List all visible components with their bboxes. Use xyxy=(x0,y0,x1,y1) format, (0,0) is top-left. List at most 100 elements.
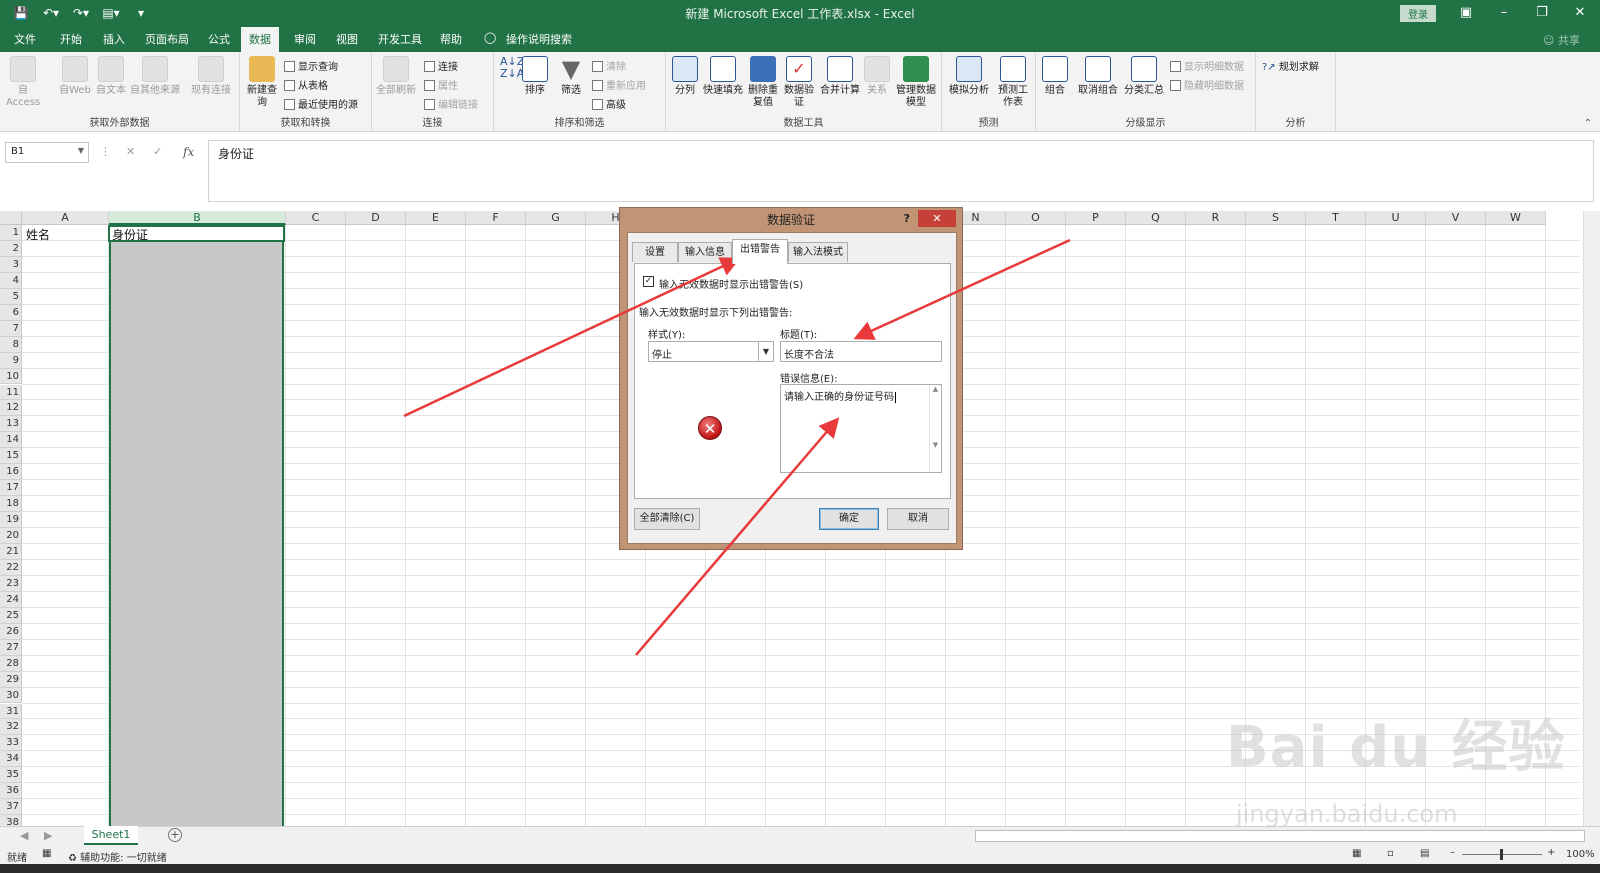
tab-insert[interactable]: 插入 xyxy=(103,31,125,47)
row-header-13[interactable]: 13 xyxy=(0,416,22,433)
tab-file[interactable]: 文件 xyxy=(14,31,36,47)
confirm-entry-icon[interactable]: ✓ xyxy=(153,145,162,158)
dialog-close-icon[interactable]: ✕ xyxy=(918,210,956,227)
tab-view[interactable]: 视图 xyxy=(336,31,358,47)
vertical-scrollbar[interactable] xyxy=(1583,211,1600,826)
macro-record-icon[interactable]: ▦ xyxy=(42,848,51,859)
zoom-level[interactable]: 100% xyxy=(1566,849,1595,860)
row-header-7[interactable]: 7 xyxy=(0,320,22,337)
row-header-8[interactable]: 8 xyxy=(0,336,22,353)
edit-links-button[interactable]: 编辑链接 xyxy=(424,96,478,111)
sort-button[interactable]: 排序 xyxy=(520,56,550,97)
column-header-a[interactable]: A xyxy=(22,211,109,225)
column-header-f[interactable]: F xyxy=(466,211,526,225)
row-header-24[interactable]: 24 xyxy=(0,591,22,608)
row-header-35[interactable]: 35 xyxy=(0,767,22,784)
zoom-slider-thumb[interactable] xyxy=(1500,849,1503,860)
ribbon-display-icon[interactable]: ▣ xyxy=(1454,3,1478,23)
tab-review[interactable]: 审阅 xyxy=(294,31,316,47)
row-header-33[interactable]: 33 xyxy=(0,735,22,752)
clear-all-button[interactable]: 全部清除(C) xyxy=(634,508,700,530)
row-header-20[interactable]: 20 xyxy=(0,528,22,544)
row-header-36[interactable]: 36 xyxy=(0,783,22,800)
row-header-28[interactable]: 28 xyxy=(0,655,22,672)
row-header-10[interactable]: 10 xyxy=(0,368,22,385)
row-header-31[interactable]: 31 xyxy=(0,703,22,720)
from-web-button[interactable]: 自Web xyxy=(58,56,92,97)
next-sheet-icon[interactable]: ▶ xyxy=(44,829,52,842)
column-header-v[interactable]: V xyxy=(1426,211,1486,225)
tab-page-layout[interactable]: 页面布局 xyxy=(145,31,189,47)
row-header-5[interactable]: 5 xyxy=(0,288,22,305)
row-header-32[interactable]: 32 xyxy=(0,719,22,736)
row-header-9[interactable]: 9 xyxy=(0,352,22,369)
text-to-columns-button[interactable]: 分列 xyxy=(670,56,700,97)
row-header-18[interactable]: 18 xyxy=(0,496,22,513)
row-header-37[interactable]: 37 xyxy=(0,799,22,816)
style-select[interactable]: 停止 ▼ xyxy=(648,341,774,362)
tab-developer[interactable]: 开发工具 xyxy=(378,31,422,47)
properties-button[interactable]: 属性 xyxy=(424,77,458,92)
show-detail-button[interactable]: 显示明细数据 xyxy=(1170,58,1244,73)
row-header-12[interactable]: 12 xyxy=(0,400,22,417)
show-queries-button[interactable]: 显示查询 xyxy=(284,58,338,73)
hide-detail-button[interactable]: 隐藏明细数据 xyxy=(1170,77,1244,92)
subtotal-button[interactable]: 分类汇总 xyxy=(1122,56,1166,97)
minimize-icon[interactable]: – xyxy=(1492,3,1516,23)
add-sheet-icon[interactable]: + xyxy=(168,828,182,842)
insert-function-icon[interactable]: fx xyxy=(183,145,194,159)
filter-button[interactable]: ▼ 筛选 xyxy=(556,56,586,97)
column-header-t[interactable]: T xyxy=(1306,211,1366,225)
connections-button[interactable]: 连接 xyxy=(424,58,458,73)
row-header-1[interactable]: 1 xyxy=(0,225,22,241)
ok-button[interactable]: 确定 xyxy=(819,508,879,530)
new-query-button[interactable]: 新建查询 xyxy=(244,56,280,109)
page-layout-view-icon[interactable]: ▫ xyxy=(1387,848,1394,859)
tab-help[interactable]: 帮助 xyxy=(440,31,462,47)
clear-button[interactable]: 清除 xyxy=(592,58,626,73)
normal-view-icon[interactable]: ▦ xyxy=(1352,848,1361,859)
row-header-17[interactable]: 17 xyxy=(0,480,22,497)
page-break-view-icon[interactable]: ▤ xyxy=(1420,848,1429,859)
error-message-textarea[interactable]: 请输入正确的身份证号码 ▲ ▼ xyxy=(780,384,942,473)
tab-error-alert[interactable]: 出错警告 xyxy=(732,239,788,264)
restore-icon[interactable]: ❐ xyxy=(1530,3,1554,23)
row-header-22[interactable]: 22 xyxy=(0,559,22,576)
from-text-button[interactable]: 自文本 xyxy=(94,56,128,97)
prev-sheet-icon[interactable]: ◀ xyxy=(20,829,28,842)
row-header-15[interactable]: 15 xyxy=(0,448,22,465)
row-header-21[interactable]: 21 xyxy=(0,544,22,560)
from-access-button[interactable]: 自 Access xyxy=(6,56,40,109)
what-if-button[interactable]: 模拟分析 xyxy=(948,56,990,97)
alert-title-input[interactable]: 长度不合法 xyxy=(780,341,942,362)
refresh-all-button[interactable]: 全部刷新 xyxy=(376,56,416,97)
formula-input[interactable]: 身份证 xyxy=(208,140,1594,202)
relationships-button[interactable]: 关系 xyxy=(862,56,892,97)
sheet-tab-sheet1[interactable]: Sheet1 xyxy=(84,826,138,845)
column-header-b[interactable]: B xyxy=(109,211,286,225)
row-header-27[interactable]: 27 xyxy=(0,639,22,656)
share-button[interactable]: ☺ 共享 xyxy=(1543,32,1580,48)
column-header-c[interactable]: C xyxy=(286,211,346,225)
row-header-4[interactable]: 4 xyxy=(0,272,22,289)
column-header-e[interactable]: E xyxy=(406,211,466,225)
horizontal-scrollbar[interactable] xyxy=(975,830,1585,842)
column-header-g[interactable]: G xyxy=(526,211,586,225)
tab-ime-mode[interactable]: 输入法模式 xyxy=(788,242,848,262)
tab-settings[interactable]: 设置 xyxy=(632,242,678,262)
manage-data-model-button[interactable]: 管理数据模型 xyxy=(894,56,938,109)
column-header-u[interactable]: U xyxy=(1366,211,1426,225)
close-icon[interactable]: ✕ xyxy=(1568,3,1592,23)
data-validation-button[interactable]: ✓ 数据验证 xyxy=(782,56,816,109)
row-header-30[interactable]: 30 xyxy=(0,687,22,704)
row-header-23[interactable]: 23 xyxy=(0,575,22,592)
advanced-button[interactable]: 高级 xyxy=(592,96,626,111)
tab-formulas[interactable]: 公式 xyxy=(208,31,230,47)
row-header-3[interactable]: 3 xyxy=(0,256,22,273)
row-header-2[interactable]: 2 xyxy=(0,240,22,257)
from-other-sources-button[interactable]: 自其他来源 xyxy=(128,56,182,97)
zoom-out-icon[interactable]: – xyxy=(1450,847,1455,858)
row-header-34[interactable]: 34 xyxy=(0,751,22,768)
tab-data[interactable]: 数据 xyxy=(241,27,279,52)
row-header-38[interactable]: 38 xyxy=(0,815,22,826)
